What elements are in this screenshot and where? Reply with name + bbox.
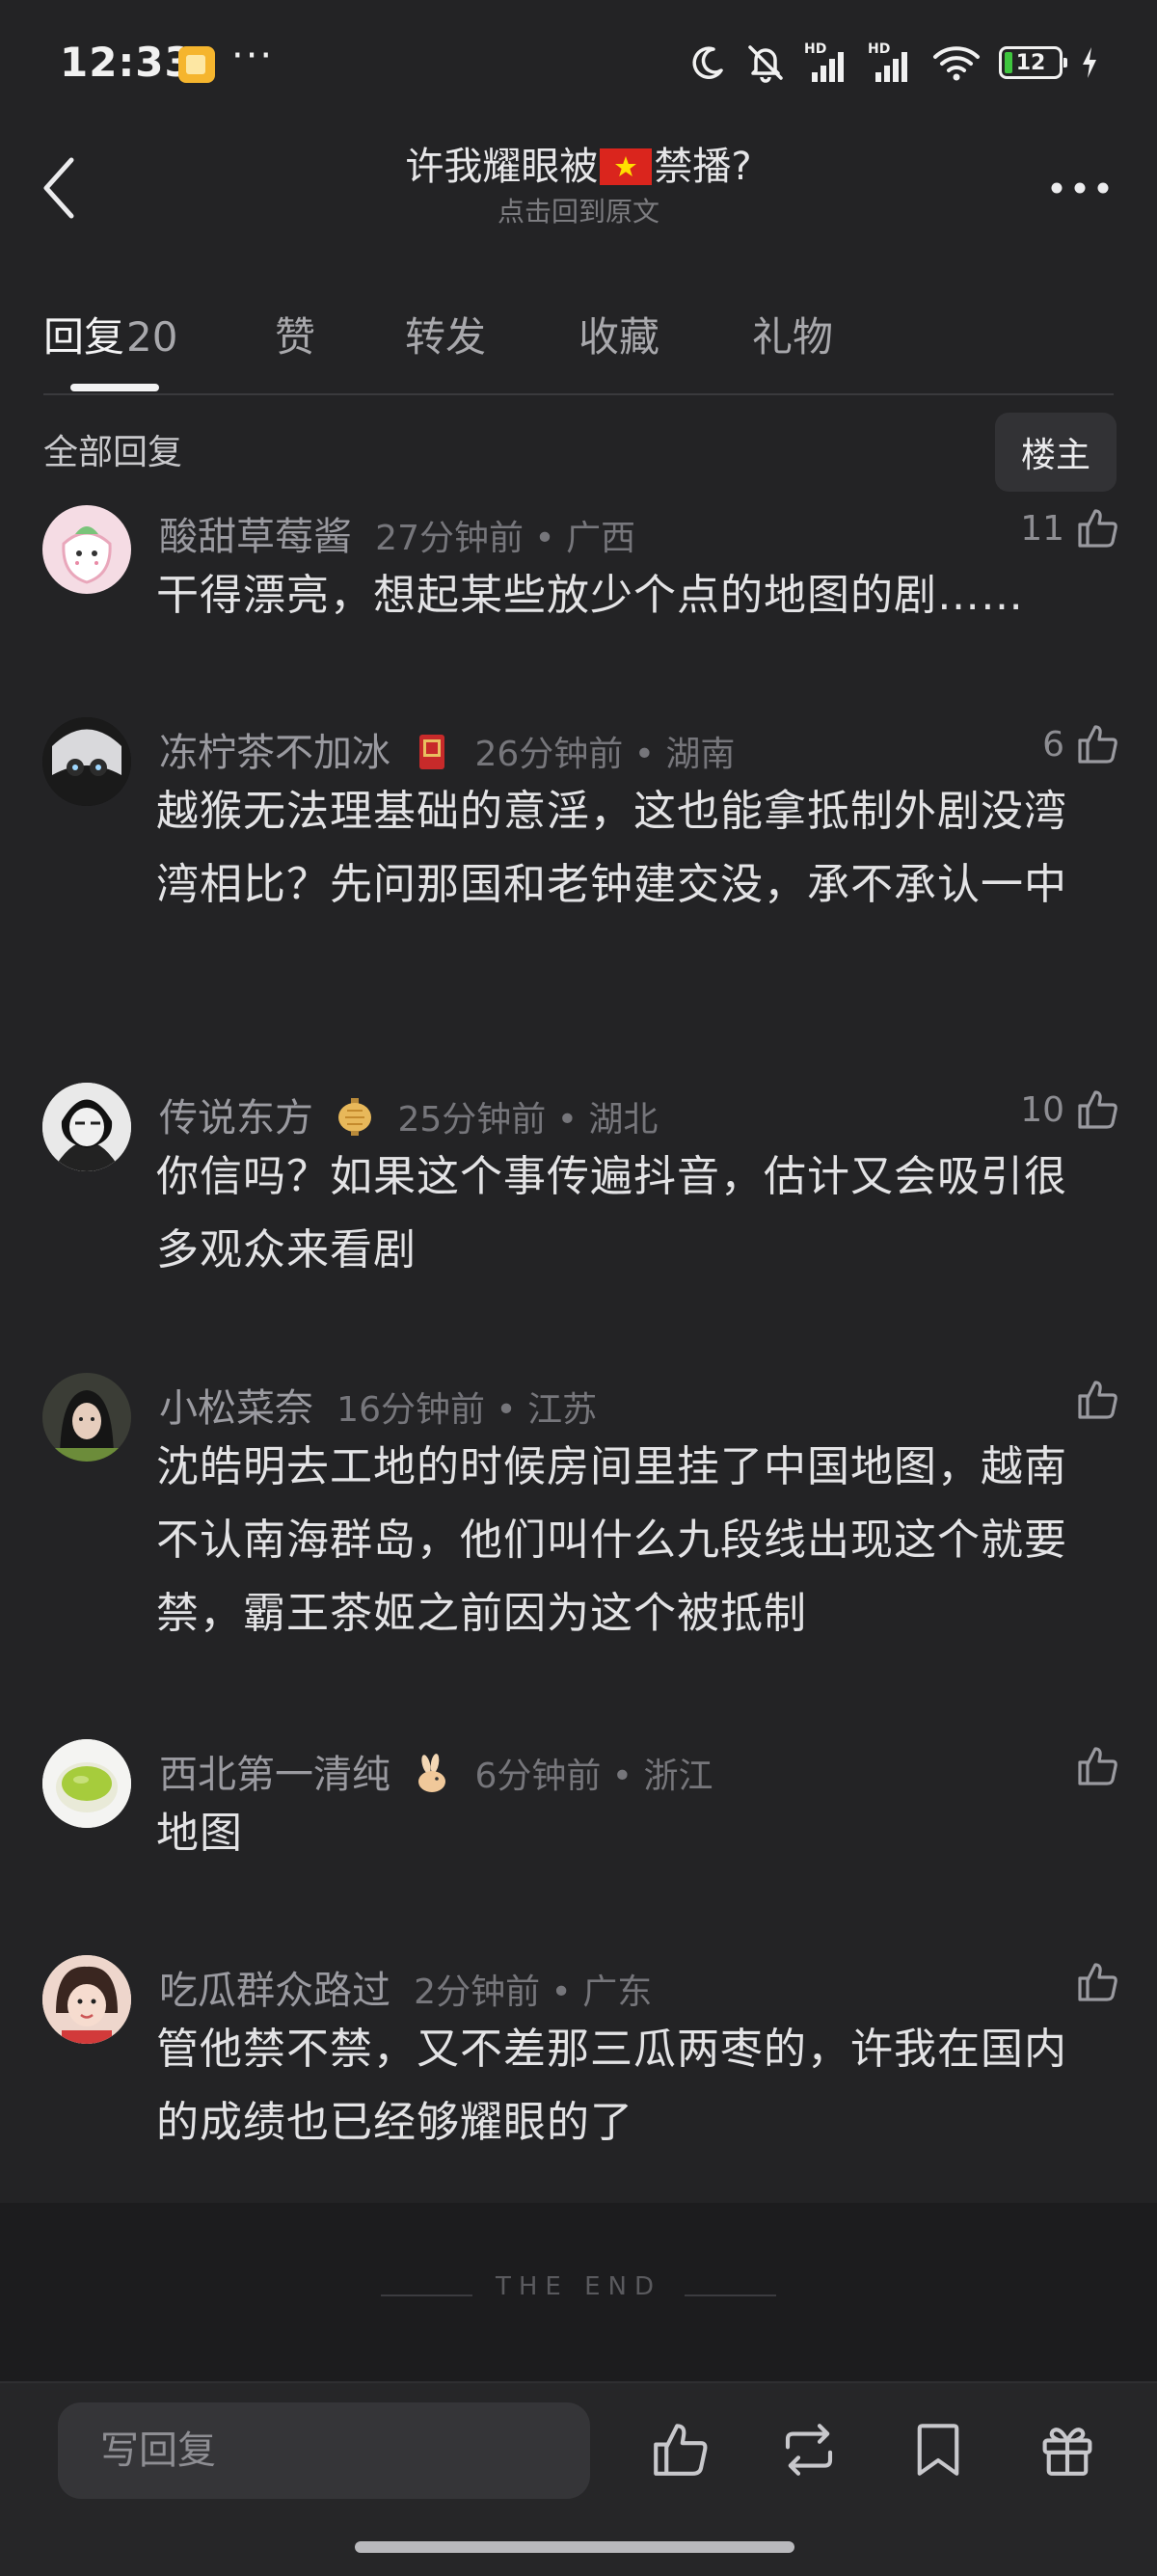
back-to-post-link[interactable]: 点击回到原文	[0, 191, 1157, 229]
signal-1-icon: HD	[804, 41, 850, 82]
comment-time: 25分钟前 • 湖北	[397, 1100, 659, 1140]
thumbs-up-icon	[1078, 1090, 1117, 1129]
thumbs-up-icon	[1078, 509, 1117, 548]
screen: 12:33 ··· HD HD 12 许我耀眼被 禁播? 点击回到原文 回复20…	[0, 0, 1157, 2576]
moon-icon	[692, 46, 723, 79]
avatar[interactable]	[42, 1373, 131, 1462]
signal-2-icon: HD	[868, 41, 914, 82]
comment-like-button[interactable]: 11	[1020, 505, 1120, 551]
notes-app-icon	[178, 46, 215, 83]
end-label: THE END	[495, 2272, 662, 2301]
author-name: 传说东方	[159, 1096, 313, 1140]
comment-author[interactable]: 酸甜草莓酱 27分钟前 • 广西	[159, 505, 635, 561]
avatar[interactable]	[42, 505, 131, 594]
tab-likes[interactable]: 赞	[275, 305, 315, 363]
reply-input[interactable]: 写回复	[58, 2402, 590, 2499]
battery-icon: 12	[999, 46, 1067, 79]
comment-text: 越猴无法理基础的意淫，这也能拿抵制外剧没湾湾相比？先问那国和老钟建交没，承不承认…	[156, 787, 1067, 909]
rabbit-badge-icon	[417, 1754, 445, 1792]
comment-text: 地图	[156, 1809, 243, 1858]
status-time: 12:33	[60, 39, 194, 86]
status-bar: 12:33 ··· HD HD 12	[0, 0, 1157, 125]
comment-time: 27分钟前 • 广西	[375, 519, 636, 558]
title-suffix: 禁播?	[654, 145, 752, 189]
charging-icon	[1083, 47, 1096, 78]
avatar[interactable]	[42, 1955, 131, 2044]
lantern-badge-icon	[337, 1098, 371, 1136]
end-of-list: THE END	[0, 2203, 1157, 2381]
comment-author[interactable]: 吃瓜群众路过 2分钟前 • 广东	[159, 1959, 652, 2015]
tab-bar: 回复20 赞 转发 收藏 礼物	[0, 289, 1157, 395]
section-title: 全部回复	[43, 433, 183, 472]
status-icons: HD HD 12	[688, 39, 1099, 87]
red-envelope-badge-icon	[418, 735, 444, 769]
bookmark-icon[interactable]	[906, 2418, 970, 2482]
avatar[interactable]	[42, 717, 131, 806]
thumbs-up-icon	[1078, 1963, 1117, 2001]
comment-like-button[interactable]	[1064, 1959, 1120, 2005]
tab-gifts[interactable]: 礼物	[752, 305, 833, 363]
like-count: 11	[1020, 508, 1064, 549]
tabs-divider	[43, 393, 1114, 395]
comment-like-button[interactable]	[1064, 1377, 1120, 1423]
like-icon[interactable]	[648, 2418, 712, 2482]
comment-time: 16分钟前 • 江苏	[336, 1390, 598, 1430]
author-name: 酸甜草莓酱	[159, 515, 352, 559]
comment-like-button[interactable]: 6	[1042, 721, 1120, 767]
tab-replies-label: 回复	[43, 313, 125, 361]
more-options-icon[interactable]	[1041, 164, 1118, 212]
comment-time: 6分钟前 • 浙江	[474, 1757, 713, 1796]
active-tab-indicator	[70, 384, 159, 391]
wifi-icon	[933, 46, 980, 81]
author-name: 西北第一清纯	[159, 1753, 390, 1797]
tab-replies[interactable]: 回复20	[43, 305, 177, 363]
comment-time: 2分钟前 • 广东	[414, 1972, 653, 2012]
repost-icon[interactable]	[777, 2418, 841, 2482]
thumbs-up-icon	[1078, 1381, 1117, 1419]
comment-like-button[interactable]	[1064, 1743, 1120, 1789]
comment-text: 管他禁不禁，又不差那三瓜两枣的，许我在国内的成绩也已经够耀眼的了	[156, 2025, 1067, 2147]
like-count: 10	[1020, 1089, 1064, 1130]
tab-reposts[interactable]: 转发	[405, 305, 486, 363]
bottom-action-bar: 写回复	[0, 2381, 1157, 2576]
thumbs-up-icon	[1078, 725, 1117, 764]
thumbs-up-icon	[1078, 1747, 1117, 1785]
author-name: 冻柠茶不加冰	[159, 731, 390, 775]
comment-text: 你信吗？如果这个事传遍抖音，估计又会吸引很多观众来看剧	[156, 1152, 1067, 1275]
comment-author[interactable]: 传说东方 25分钟前 • 湖北	[159, 1087, 658, 1142]
end-divider-right	[685, 2294, 776, 2296]
gift-icon[interactable]	[1036, 2418, 1099, 2482]
vietnam-flag-icon	[600, 148, 653, 185]
more-notifications-icon: ···	[231, 34, 275, 78]
comment-author[interactable]: 小松菜奈 16分钟前 • 江苏	[159, 1377, 597, 1433]
avatar[interactable]	[42, 1739, 131, 1828]
author-name: 小松菜奈	[159, 1386, 313, 1431]
comment-text: 干得漂亮，想起某些放少个点的地图的剧……	[156, 571, 1024, 620]
op-only-button[interactable]: 楼主	[995, 413, 1117, 492]
tab-replies-count: 20	[126, 313, 178, 361]
author-name: 吃瓜群众路过	[159, 1969, 390, 2013]
mute-bell-icon	[748, 45, 783, 83]
tab-favorites[interactable]: 收藏	[578, 305, 659, 363]
page-title[interactable]: 许我耀眼被 禁播?	[0, 135, 1157, 191]
comment-author[interactable]: 西北第一清纯 6分钟前 • 浙江	[159, 1743, 713, 1799]
home-indicator[interactable]	[355, 2541, 794, 2553]
like-count: 6	[1042, 724, 1064, 765]
title-prefix: 许我耀眼被	[405, 145, 599, 189]
comment-text: 沈皓明去工地的时候房间里挂了中国地图，越南不认南海群岛，他们叫什么九段线出现这个…	[156, 1442, 1067, 1638]
comment-like-button[interactable]: 10	[1020, 1087, 1120, 1133]
comment-author[interactable]: 冻柠茶不加冰 26分钟前 • 湖南	[159, 721, 735, 777]
header: 许我耀眼被 禁播? 点击回到原文	[0, 125, 1157, 241]
comment-time: 26分钟前 • 湖南	[474, 735, 736, 774]
avatar[interactable]	[42, 1083, 131, 1171]
